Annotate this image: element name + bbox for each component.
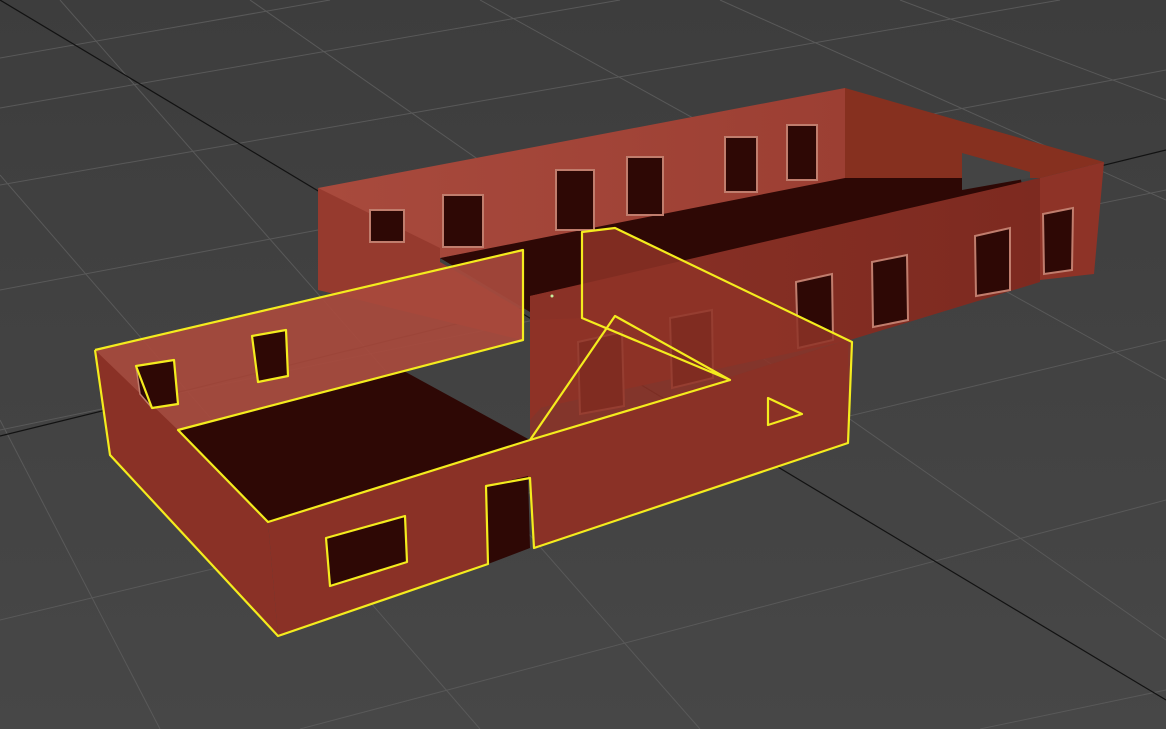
perspective-viewport[interactable] <box>0 0 1166 729</box>
pivot-marker <box>550 294 554 298</box>
